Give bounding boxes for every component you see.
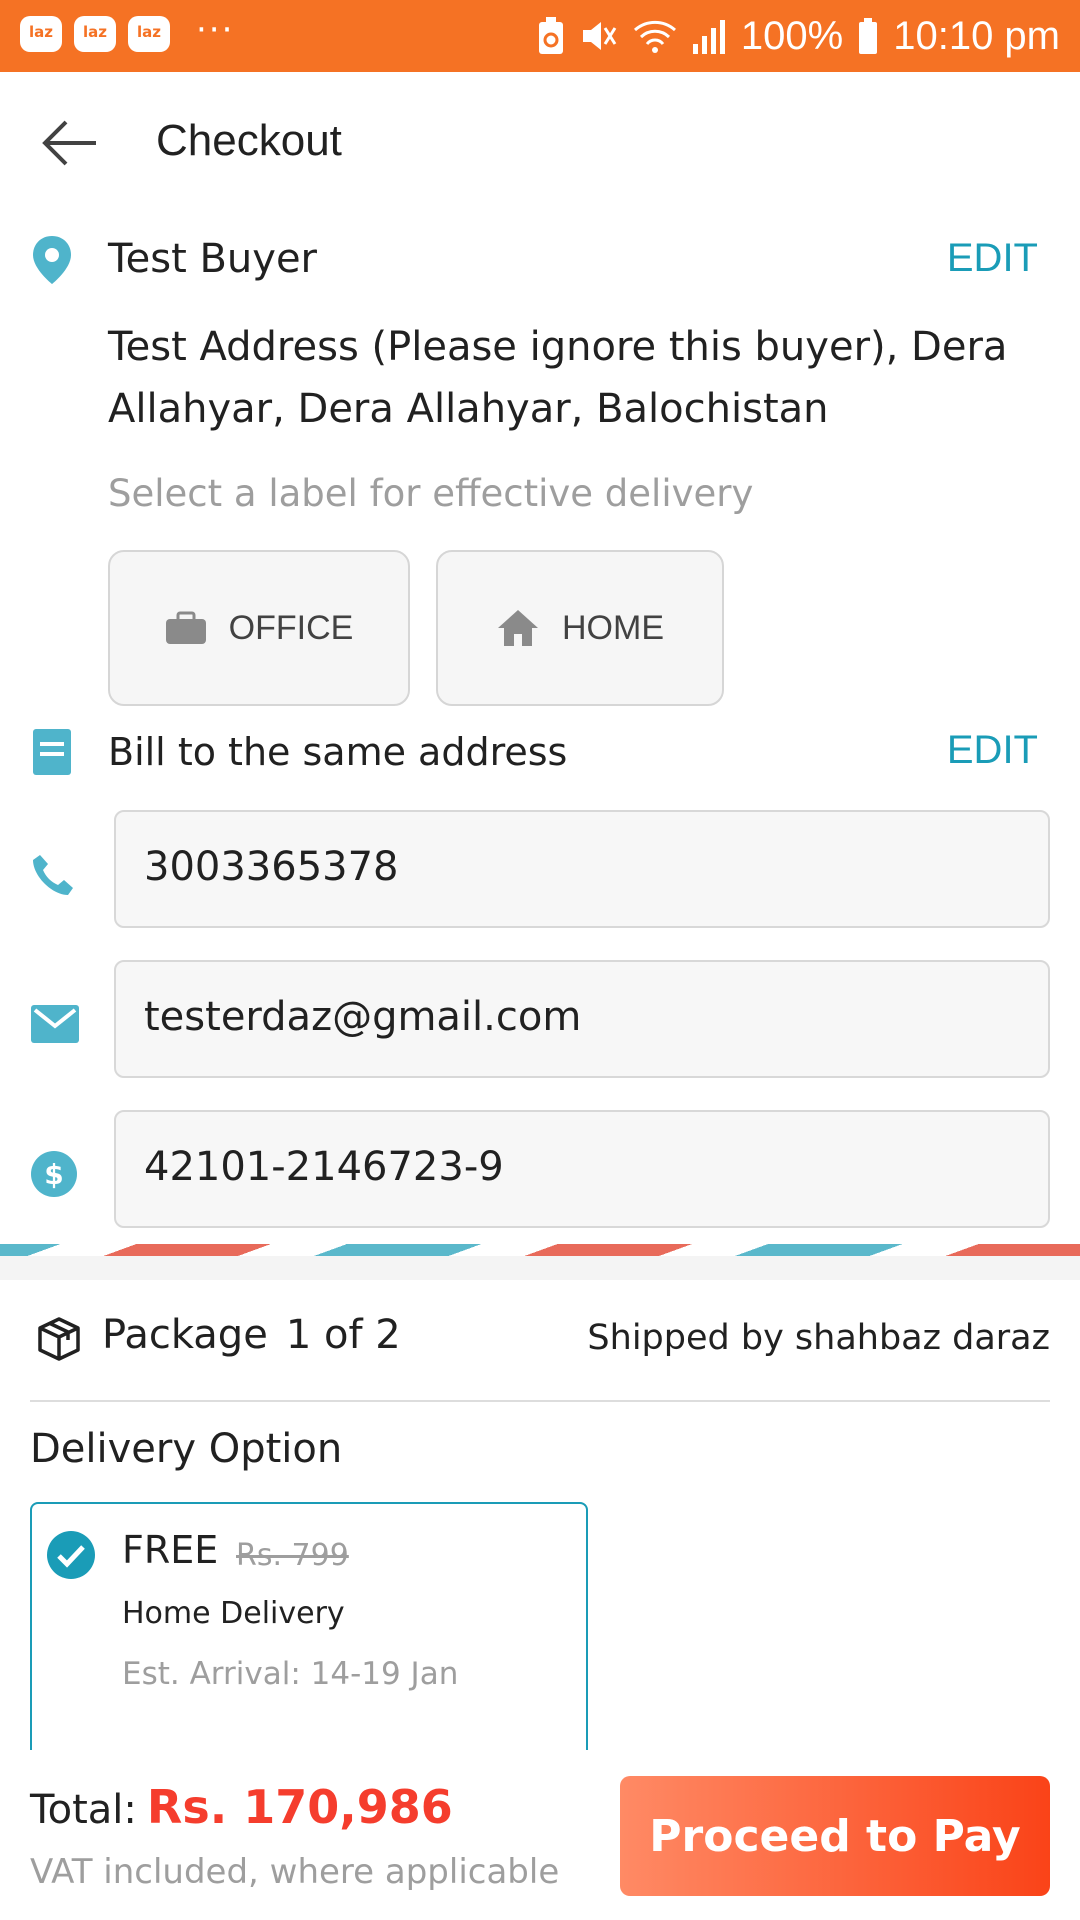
- phone-value: 3003365378: [144, 844, 399, 890]
- signal-icon: [692, 20, 725, 54]
- cnic-value: 42101-2146723-9: [144, 1144, 504, 1190]
- delivery-method: Home Delivery: [122, 1596, 345, 1631]
- dollar-icon: $: [31, 1151, 77, 1197]
- airmail-divider: [0, 1244, 1080, 1256]
- package-count: 1 of 2: [285, 1312, 401, 1358]
- app-bar: Checkout: [0, 72, 1080, 212]
- package-icon: [38, 1317, 80, 1361]
- phone-field[interactable]: 3003365378: [114, 810, 1050, 928]
- battery-saver-icon: [538, 17, 563, 54]
- location-pin-icon: [33, 236, 71, 284]
- label-hint: Select a label for effective delivery: [108, 472, 754, 515]
- shipped-by: Shipped by shahbaz daraz: [587, 1318, 1050, 1358]
- delivery-price: FREE: [122, 1528, 219, 1572]
- delivery-option-title: Delivery Option: [30, 1426, 343, 1472]
- mute-icon: [582, 22, 617, 50]
- shipping-address: Test Address (Please ignore this buyer),…: [108, 324, 1008, 432]
- checkout-footer: Total: Rs. 170,986 VAT included, where ap…: [0, 1750, 1080, 1920]
- total: Total: Rs. 170,986: [30, 1780, 453, 1834]
- bill-icon: [33, 729, 71, 775]
- buyer-name: Test Buyer: [108, 236, 318, 282]
- email-value: testerdaz@gmail.com: [144, 994, 582, 1040]
- label-home-button[interactable]: HOME: [436, 550, 724, 706]
- page-title: Checkout: [156, 116, 342, 165]
- battery-percent: 100%: [740, 13, 844, 58]
- back-arrow-icon[interactable]: [40, 118, 100, 168]
- notification-icons: laz laz laz: [20, 16, 170, 52]
- package-label: Package: [102, 1312, 268, 1358]
- divider: [30, 1400, 1050, 1402]
- lazada-badge-text: laz: [29, 23, 53, 41]
- edit-billing-button[interactable]: EDIT: [947, 728, 1038, 773]
- label-home-text: HOME: [562, 608, 664, 647]
- total-value: Rs. 170,986: [146, 1780, 453, 1834]
- lazada-badge-text: laz: [137, 23, 161, 41]
- more-notifications-icon: ···: [196, 10, 235, 50]
- lazada-notification-icon: laz: [128, 16, 170, 52]
- home-icon: [498, 610, 538, 646]
- delivery-original-price: Rs. 799: [236, 1538, 349, 1573]
- lazada-notification-icon: laz: [74, 16, 116, 52]
- vat-note: VAT included, where applicable: [30, 1852, 560, 1892]
- package-title: Package 1 of 2: [102, 1312, 401, 1358]
- label-office-button[interactable]: OFFICE: [108, 550, 410, 706]
- delivery-option-card[interactable]: FREE Rs. 799 Home Delivery Est. Arrival:…: [30, 1502, 588, 1762]
- email-field[interactable]: testerdaz@gmail.com: [114, 960, 1050, 1078]
- total-label: Total:: [30, 1787, 137, 1833]
- briefcase-icon: [165, 611, 206, 644]
- status-bar: laz laz laz ··· 100% 10:10 pm: [0, 0, 1080, 72]
- cnic-field[interactable]: 42101-2146723-9: [114, 1110, 1050, 1228]
- phone-icon: [33, 855, 73, 895]
- billing-address-text: Bill to the same address: [108, 730, 568, 774]
- battery-icon: [859, 18, 878, 54]
- email-icon: [31, 1005, 79, 1043]
- lazada-notification-icon: laz: [20, 16, 62, 52]
- proceed-to-pay-button[interactable]: Proceed to Pay: [620, 1776, 1050, 1896]
- delivery-eta: Est. Arrival: 14-19 Jan: [122, 1656, 459, 1692]
- lazada-badge-text: laz: [83, 23, 107, 41]
- status-right: 100% 10:10 pm: [537, 8, 1060, 64]
- label-office-text: OFFICE: [228, 608, 354, 647]
- edit-shipping-button[interactable]: EDIT: [947, 236, 1038, 281]
- svg-text:$: $: [44, 1158, 63, 1191]
- check-circle-icon: [47, 1531, 95, 1579]
- wifi-icon: [633, 20, 676, 53]
- clock: 10:10 pm: [893, 13, 1060, 58]
- section-gap: [0, 1256, 1080, 1280]
